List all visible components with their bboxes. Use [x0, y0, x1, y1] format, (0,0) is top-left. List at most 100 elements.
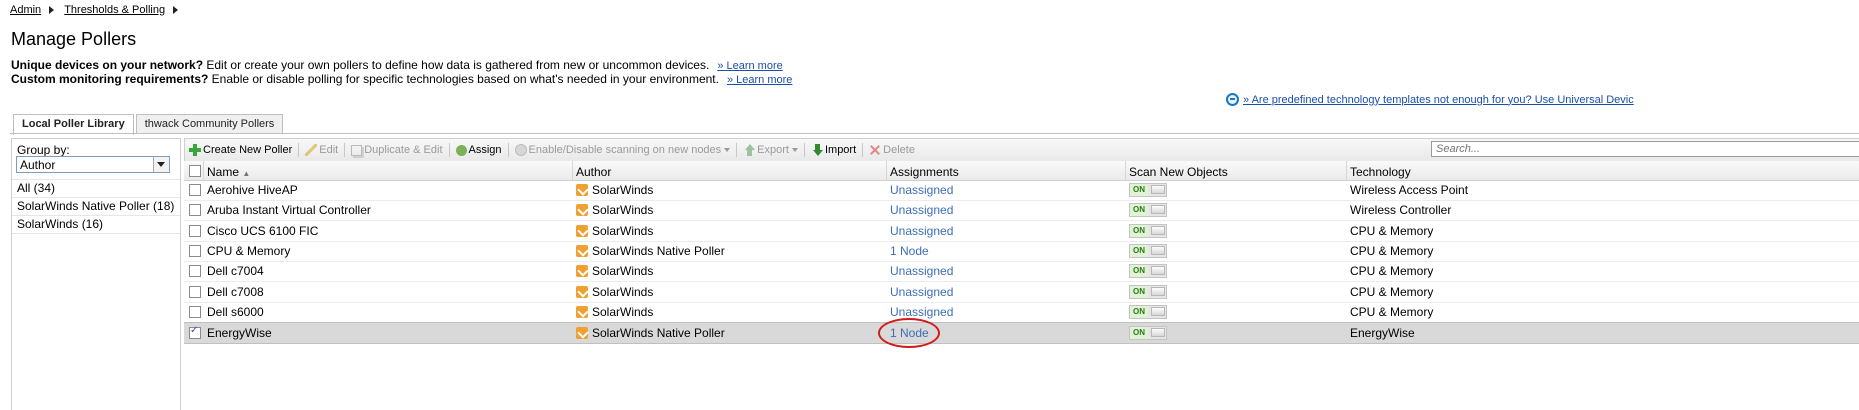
duplicate-edit-label: Duplicate & Edit	[364, 144, 443, 156]
assignments-link[interactable]: Unassigned	[890, 224, 953, 238]
tab-thwack-community-pollers[interactable]: thwack Community Pollers	[135, 114, 284, 134]
edit-button[interactable]: Edit	[301, 140, 342, 160]
group-by-label: Group by:	[17, 143, 70, 157]
table-row[interactable]: Dell c7008 SolarWinds Unassigned ON CPU & Me…	[184, 282, 1859, 303]
description-line-1: Unique devices on your network? Edit or …	[11, 58, 783, 72]
scan-new-objects-toggle[interactable]: ON	[1129, 285, 1167, 299]
poller-name: Aerohive HiveAP	[207, 183, 298, 197]
description-2-text: Enable or disable polling for specific t…	[208, 72, 719, 86]
column-divider	[203, 161, 204, 180]
row-checkbox[interactable]	[189, 306, 201, 318]
toggle-knob	[1151, 226, 1165, 235]
create-new-poller-label: Create New Poller	[203, 144, 293, 156]
column-divider	[572, 161, 573, 180]
group-item-solarwinds[interactable]: SolarWinds (16)	[12, 215, 180, 234]
solarwinds-author-icon	[576, 184, 588, 196]
select-all-checkbox[interactable]	[189, 165, 201, 177]
assign-button[interactable]: Assign	[452, 140, 506, 160]
table-row[interactable]: Cisco UCS 6100 FIC SolarWinds Unassigned ON…	[184, 221, 1859, 242]
toolbar-separator	[344, 143, 346, 157]
row-checkbox[interactable]	[189, 325, 201, 339]
breadcrumb-admin[interactable]: Admin	[10, 4, 41, 16]
breadcrumb-thresholds-polling[interactable]: Thresholds & Polling	[64, 4, 165, 16]
poller-author: SolarWinds	[576, 285, 653, 299]
column-header-scan-new-objects[interactable]: Scan New Objects	[1129, 165, 1228, 179]
column-header-name[interactable]: Name ▲	[207, 165, 250, 179]
chevron-down-icon[interactable]	[153, 157, 169, 172]
poller-name: Dell c7008	[207, 285, 264, 299]
assignments-link[interactable]: Unassigned	[890, 285, 953, 299]
universal-device-poller-promo[interactable]: » Are predefined technology templates no…	[1226, 93, 1634, 106]
toolbar-separator	[803, 143, 805, 157]
learn-more-link-2[interactable]: » Learn more	[727, 74, 792, 86]
toggle-on-label: ON	[1130, 306, 1148, 318]
description-line-2: Custom monitoring requirements? Enable o…	[11, 72, 792, 86]
delete-icon	[869, 144, 881, 156]
toggle-on-label: ON	[1130, 184, 1148, 196]
column-header-assignments[interactable]: Assignments	[890, 165, 959, 179]
scan-new-objects-toggle[interactable]: ON	[1129, 326, 1167, 340]
plus-icon	[189, 144, 201, 156]
toggle-on-label: ON	[1130, 204, 1148, 216]
scan-new-objects-toggle[interactable]: ON	[1129, 183, 1167, 197]
chevron-down-icon	[791, 148, 798, 152]
export-button[interactable]: Export	[739, 140, 802, 160]
scan-new-objects-toggle[interactable]: ON	[1129, 264, 1167, 278]
delete-button[interactable]: Delete	[865, 140, 919, 160]
toolbar-separator	[862, 143, 864, 157]
poller-author: SolarWinds Native Poller	[576, 326, 725, 340]
column-divider	[1346, 161, 1347, 180]
poller-author-label: SolarWinds	[592, 203, 654, 217]
table-row[interactable]: EnergyWiseSolarWinds Native Poller1 Node…	[184, 322, 1859, 344]
duplicate-edit-button[interactable]: Duplicate & Edit	[347, 140, 446, 160]
poller-technology: Wireless Access Point	[1350, 183, 1469, 197]
row-checkbox[interactable]	[189, 245, 201, 257]
column-header-author[interactable]: Author	[576, 165, 611, 179]
import-button[interactable]: Import	[807, 140, 860, 160]
tab-local-poller-library[interactable]: Local Poller Library	[13, 114, 134, 135]
scan-new-objects-toggle[interactable]: ON	[1129, 244, 1167, 258]
row-checkbox[interactable]	[189, 265, 201, 277]
table-row[interactable]: Dell c7004 SolarWinds Unassigned ON CPU & Me…	[184, 261, 1859, 282]
row-checkbox[interactable]	[189, 225, 201, 237]
breadcrumb: Admin Thresholds & Polling	[10, 4, 188, 16]
poller-author: SolarWinds Native Poller	[576, 244, 725, 258]
learn-more-link-1[interactable]: » Learn more	[717, 60, 782, 72]
scan-new-objects-toggle[interactable]: ON	[1129, 305, 1167, 319]
table-row[interactable]: Aerohive HiveAP SolarWinds Unassigned ON Wir…	[184, 180, 1859, 201]
poller-author-label: SolarWinds	[592, 264, 654, 278]
poller-technology: EnergyWise	[1350, 326, 1415, 340]
sort-ascending-icon: ▲	[242, 169, 251, 178]
breadcrumb-arrow-icon[interactable]	[49, 6, 55, 14]
assignments-link[interactable]: Unassigned	[890, 305, 953, 319]
group-item-all[interactable]: All (34)	[12, 179, 180, 197]
table-row[interactable]: Dell s6000 SolarWinds Unassigned ON CPU & Me…	[184, 302, 1859, 323]
search-input[interactable]	[1431, 141, 1859, 157]
assignments-link[interactable]: Unassigned	[890, 264, 953, 278]
create-new-poller-button[interactable]: Create New Poller	[185, 140, 296, 160]
table-row[interactable]: Aruba Instant Virtual Controller SolarWin…	[184, 200, 1859, 221]
table-row[interactable]: CPU & Memory SolarWinds Native Poller 1 No…	[184, 241, 1859, 262]
row-checkbox[interactable]	[189, 184, 201, 196]
row-checkbox[interactable]	[189, 204, 201, 216]
group-by-select[interactable]: Author	[16, 156, 170, 173]
solarwinds-author-icon	[576, 204, 588, 216]
column-header-technology[interactable]: Technology	[1350, 165, 1411, 179]
assignments-link[interactable]: Unassigned	[890, 203, 953, 217]
group-item-solarwinds-native-poller[interactable]: SolarWinds Native Poller (18)	[12, 197, 180, 215]
toggle-on-label: ON	[1130, 265, 1148, 277]
row-checkbox[interactable]	[189, 286, 201, 298]
breadcrumb-arrow-icon[interactable]	[173, 6, 179, 14]
enable-disable-scanning-button[interactable]: Enable/Disable scanning on new nodes	[511, 140, 735, 160]
scan-new-objects-toggle[interactable]: ON	[1129, 224, 1167, 238]
description-1-text: Edit or create your own pollers to defin…	[203, 58, 710, 72]
export-label: Export	[757, 144, 789, 156]
poller-name: Dell s6000	[207, 305, 264, 319]
universal-device-poller-link[interactable]: » Are predefined technology templates no…	[1243, 94, 1634, 106]
assign-label: Assign	[468, 144, 502, 156]
enable-disable-scanning-label: Enable/Disable scanning on new nodes	[528, 144, 722, 156]
assignments-link[interactable]: 1 Node	[890, 244, 929, 258]
scan-new-objects-toggle[interactable]: ON	[1129, 203, 1167, 217]
assignments-link[interactable]: Unassigned	[890, 183, 953, 197]
toggle-knob	[1151, 328, 1165, 337]
